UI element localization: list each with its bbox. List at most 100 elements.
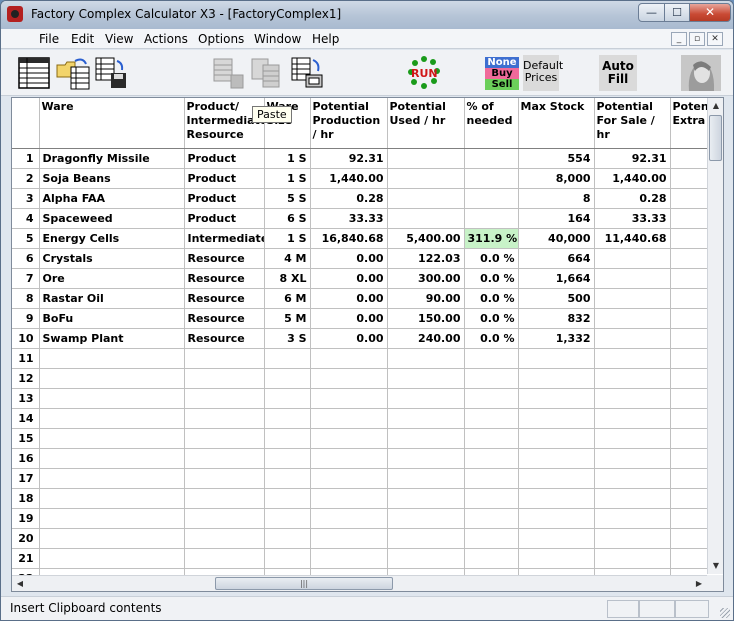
cell-type[interactable]: Product — [184, 168, 265, 189]
app-logo-icon[interactable] — [7, 6, 23, 22]
title-bar[interactable]: Factory Complex Calculator X3 - [Factory… — [1, 1, 733, 29]
table-row[interactable]: 15 — [12, 428, 723, 449]
cell-potential-production[interactable] — [310, 408, 388, 429]
cell-ware[interactable]: Ore — [39, 268, 185, 289]
cell-potential-used[interactable] — [387, 348, 465, 369]
cell-rownum[interactable]: 19 — [12, 508, 40, 529]
cell-max-stock[interactable] — [518, 348, 595, 369]
cell-potential-used[interactable]: 122.03 — [387, 248, 465, 269]
cell-ware-size[interactable]: 6 S — [264, 208, 311, 229]
cell-percent-needed[interactable] — [464, 408, 519, 429]
paste-button[interactable] — [289, 55, 325, 91]
header-ware[interactable]: Ware — [39, 98, 185, 149]
header-max-stock[interactable]: Max Stock — [518, 98, 595, 149]
cell-potential-production[interactable] — [310, 368, 388, 389]
menu-edit[interactable]: Edit — [71, 32, 94, 46]
cell-percent-needed[interactable] — [464, 348, 519, 369]
cell-max-stock[interactable]: 832 — [518, 308, 595, 329]
cell-potential-for-sale[interactable] — [594, 548, 671, 569]
cell-ware[interactable] — [39, 428, 185, 449]
cell-ware[interactable]: Dragonfly Missile — [39, 148, 185, 169]
cell-ware-size[interactable]: 1 S — [264, 228, 311, 249]
cell-potential-for-sale[interactable] — [594, 248, 671, 269]
cell-ware-size[interactable]: 8 XL — [264, 268, 311, 289]
table-row[interactable]: 4 Spaceweed Product 6 S 33.33 164 33.33 — [12, 208, 723, 229]
cell-ware[interactable] — [39, 448, 185, 469]
cell-type[interactable]: Resource — [184, 308, 265, 329]
cell-ware[interactable]: Alpha FAA — [39, 188, 185, 209]
cell-max-stock[interactable] — [518, 428, 595, 449]
header-potential-used[interactable]: Potential Used / hr — [387, 98, 465, 149]
cell-potential-production[interactable] — [310, 548, 388, 569]
cell-max-stock[interactable]: 8,000 — [518, 168, 595, 189]
cell-percent-needed[interactable]: 0.0 % — [464, 308, 519, 329]
open-button[interactable] — [55, 55, 91, 91]
cell-potential-used[interactable] — [387, 448, 465, 469]
cell-ware-size[interactable] — [264, 468, 311, 489]
cell-ware-size[interactable] — [264, 448, 311, 469]
table-row[interactable]: 12 — [12, 368, 723, 389]
save-button[interactable] — [93, 55, 129, 91]
cell-potential-production[interactable]: 92.31 — [310, 148, 388, 169]
cell-ware[interactable]: Rastar Oil — [39, 288, 185, 309]
cell-ware[interactable] — [39, 488, 185, 509]
menu-window[interactable]: Window — [254, 32, 301, 46]
table-row[interactable]: 20 — [12, 528, 723, 549]
menu-options[interactable]: Options — [198, 32, 244, 46]
cell-percent-needed[interactable] — [464, 448, 519, 469]
cell-max-stock[interactable]: 1,332 — [518, 328, 595, 349]
table-row[interactable]: 18 — [12, 488, 723, 509]
cell-percent-needed[interactable]: 311.9 % — [464, 228, 519, 249]
cell-max-stock[interactable] — [518, 468, 595, 489]
cell-potential-used[interactable]: 90.00 — [387, 288, 465, 309]
cell-percent-needed[interactable] — [464, 468, 519, 489]
cell-max-stock[interactable]: 500 — [518, 288, 595, 309]
cell-ware[interactable]: Swamp Plant — [39, 328, 185, 349]
cell-potential-for-sale[interactable] — [594, 268, 671, 289]
cell-rownum[interactable]: 2 — [12, 168, 40, 189]
cell-potential-production[interactable]: 16,840.68 — [310, 228, 388, 249]
cell-ware[interactable]: Spaceweed — [39, 208, 185, 229]
cell-percent-needed[interactable]: 0.0 % — [464, 288, 519, 309]
cell-ware-size[interactable] — [264, 388, 311, 409]
cell-ware-size[interactable]: 1 S — [264, 168, 311, 189]
cell-percent-needed[interactable] — [464, 488, 519, 509]
cell-type[interactable] — [184, 408, 265, 429]
cell-ware[interactable] — [39, 408, 185, 429]
scroll-down-button[interactable]: ▼ — [708, 558, 724, 574]
child-close-button[interactable]: ✕ — [707, 32, 723, 46]
cell-ware-size[interactable] — [264, 528, 311, 549]
cell-ware[interactable]: Crystals — [39, 248, 185, 269]
cell-ware-size[interactable] — [264, 408, 311, 429]
cell-ware-size[interactable]: 3 S — [264, 328, 311, 349]
cell-percent-needed[interactable] — [464, 168, 519, 189]
cell-potential-for-sale[interactable] — [594, 388, 671, 409]
cell-potential-used[interactable]: 240.00 — [387, 328, 465, 349]
cell-potential-for-sale[interactable]: 0.28 — [594, 188, 671, 209]
resize-grip-icon[interactable] — [720, 608, 730, 618]
cell-potential-for-sale[interactable] — [594, 508, 671, 529]
cell-ware-size[interactable]: 5 S — [264, 188, 311, 209]
table-row[interactable]: 5 Energy Cells Intermediate 1 S 16,840.68 5,4… — [12, 228, 723, 249]
cell-ware-size[interactable] — [264, 428, 311, 449]
horizontal-scrollbar[interactable]: ◀ ||| ▶ — [12, 575, 707, 591]
cell-percent-needed[interactable] — [464, 388, 519, 409]
cell-percent-needed[interactable] — [464, 208, 519, 229]
cell-percent-needed[interactable] — [464, 188, 519, 209]
scroll-up-button[interactable]: ▲ — [708, 98, 724, 114]
cell-potential-production[interactable]: 0.00 — [310, 308, 388, 329]
cell-potential-production[interactable] — [310, 448, 388, 469]
table-row[interactable]: 2 Soja Beans Product 1 S 1,440.00 8,000 1,440.… — [12, 168, 723, 189]
cell-percent-needed[interactable] — [464, 148, 519, 169]
table-row[interactable]: 11 — [12, 348, 723, 369]
cell-potential-used[interactable] — [387, 188, 465, 209]
cell-type[interactable] — [184, 348, 265, 369]
vertical-scroll-thumb[interactable] — [709, 115, 722, 161]
table-row[interactable]: 1 Dragonfly Missile Product 1 S 92.31 554 92.3… — [12, 148, 723, 169]
cell-rownum[interactable]: 1 — [12, 148, 40, 169]
table-row[interactable]: 13 — [12, 388, 723, 409]
cell-rownum[interactable]: 10 — [12, 328, 40, 349]
cell-potential-production[interactable]: 0.28 — [310, 188, 388, 209]
cell-max-stock[interactable] — [518, 488, 595, 509]
cell-potential-production[interactable]: 0.00 — [310, 328, 388, 349]
